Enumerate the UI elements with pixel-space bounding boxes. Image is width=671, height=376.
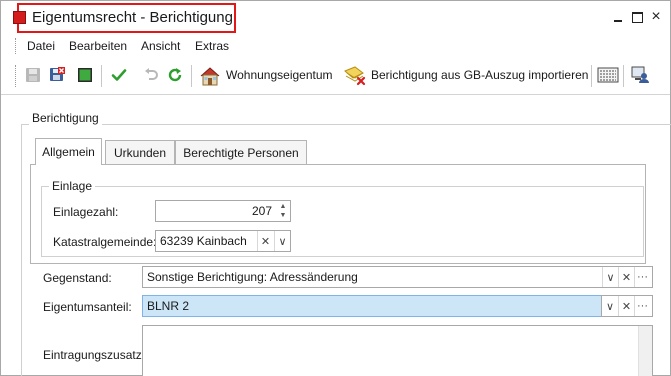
save-disabled-icon[interactable] xyxy=(25,67,41,83)
berichtigung-group-title: Berichtigung xyxy=(29,111,102,125)
einlagezahl-input[interactable]: 207 xyxy=(155,200,291,222)
chevron-down-icon[interactable]: ∨ xyxy=(602,267,618,287)
menu-grip[interactable] xyxy=(15,38,17,54)
main-window: Eigentumsrecht - Berichtigung × Datei Be… xyxy=(0,0,671,376)
toolbar-divider xyxy=(1,94,670,95)
tab-berechtigte-personen[interactable]: Berechtigte Personen xyxy=(175,140,307,164)
app-icon xyxy=(13,11,26,24)
close-button[interactable]: × xyxy=(649,9,663,25)
eintragungszusatz-textarea[interactable] xyxy=(142,325,653,376)
toolbar-separator xyxy=(623,65,624,87)
document-import-icon[interactable] xyxy=(343,65,367,87)
window-title: Eigentumsrecht - Berichtigung xyxy=(32,9,233,26)
user-computer-icon[interactable] xyxy=(631,66,649,84)
keyboard-icon[interactable] xyxy=(597,66,619,84)
menu-bar: Datei Bearbeiten Ansicht Extras xyxy=(1,35,670,57)
clear-icon[interactable]: ✕ xyxy=(618,296,634,316)
gegenstand-value: Sonstige Berichtigung: Adressänderung xyxy=(147,270,358,284)
checkmark-icon[interactable] xyxy=(111,67,127,83)
einlagezahl-value: 207 xyxy=(251,204,272,218)
katastralgemeinde-value: 63239 Kainbach xyxy=(160,234,247,248)
house-icon[interactable] xyxy=(199,65,221,87)
menu-bearbeiten[interactable]: Bearbeiten xyxy=(69,39,127,53)
eigentumsanteil-select[interactable]: BLNR 2 xyxy=(142,295,602,317)
toolbar-separator xyxy=(191,65,192,87)
einlagezahl-spinner[interactable]: ▲ ▼ xyxy=(277,200,289,222)
tab-urkunden[interactable]: Urkunden xyxy=(105,140,175,164)
clear-icon[interactable]: ✕ xyxy=(618,267,634,287)
toolbar: Wohnungseigentum Berichtigung aus GB-Aus… xyxy=(1,59,670,93)
chevron-down-icon[interactable]: ∨ xyxy=(602,296,618,316)
clear-icon[interactable]: ✕ xyxy=(257,231,273,251)
textarea-scrollbar[interactable] xyxy=(638,326,652,376)
eigentumsanteil-value: BLNR 2 xyxy=(147,299,190,313)
katastralgemeinde-label: Katastralgemeinde: xyxy=(53,235,157,249)
spin-up-icon[interactable]: ▲ xyxy=(280,202,287,211)
tab-allgemein[interactable]: Allgemein xyxy=(35,138,102,165)
menu-datei[interactable]: Datei xyxy=(27,39,55,53)
save-close-icon[interactable] xyxy=(49,67,65,83)
spin-down-icon[interactable]: ▼ xyxy=(280,211,287,220)
berichtigung-import-button[interactable]: Berichtigung aus GB-Auszug importieren xyxy=(371,68,588,82)
maximize-button[interactable] xyxy=(630,10,644,24)
gegenstand-label: Gegenstand: xyxy=(43,271,112,285)
eintragungszusatz-label: Eintragungszusatz: xyxy=(43,348,146,362)
more-icon[interactable]: ··· xyxy=(634,296,650,316)
gegenstand-select[interactable]: Sonstige Berichtigung: Adressänderung xyxy=(142,266,653,288)
einlagezahl-label: Einlagezahl: xyxy=(53,205,119,219)
eigentumsanteil-label: Eigentumsanteil: xyxy=(43,300,132,314)
refresh-icon[interactable] xyxy=(167,67,183,83)
title-bar: Eigentumsrecht - Berichtigung × xyxy=(1,1,670,35)
menu-extras[interactable]: Extras xyxy=(195,39,229,53)
einlage-group-title: Einlage xyxy=(49,179,96,193)
more-icon[interactable]: ··· xyxy=(634,267,650,287)
wohnungseigentum-button[interactable]: Wohnungseigentum xyxy=(226,68,333,82)
menu-ansicht[interactable]: Ansicht xyxy=(141,39,180,53)
toolbar-separator xyxy=(591,65,592,87)
green-square-icon[interactable] xyxy=(77,67,93,83)
toolbar-separator xyxy=(101,65,102,87)
toolbar-grip[interactable] xyxy=(15,65,17,87)
chevron-down-icon[interactable]: ∨ xyxy=(274,231,290,251)
undo-icon[interactable] xyxy=(143,67,159,83)
minimize-button[interactable] xyxy=(611,10,625,24)
